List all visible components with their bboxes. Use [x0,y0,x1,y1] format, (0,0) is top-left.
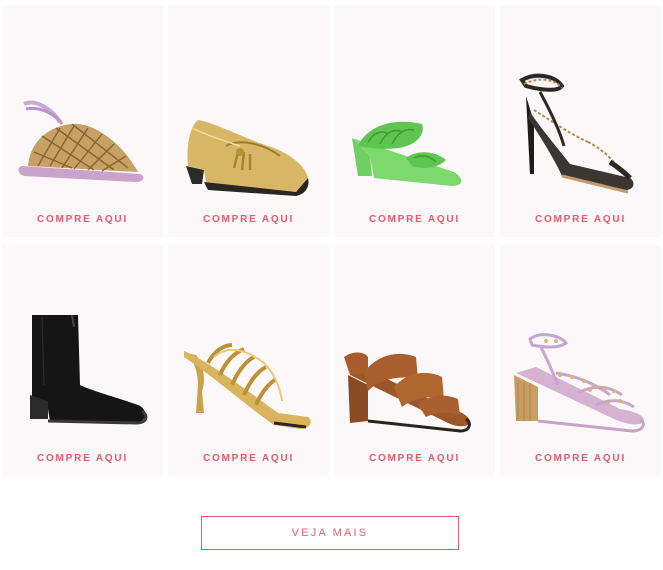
product-card-6[interactable]: COMPRE AQUI [168,245,329,476]
product-card-2[interactable]: COMPRE AQUI [168,6,329,237]
compre-aqui-link[interactable]: COMPRE AQUI [2,214,163,225]
woven-lace-up-flat-sandal-icon [18,100,144,182]
product-grid: COMPRE AQUI COMPRE AQUI COMPRE AQUI COMP… [0,0,663,480]
gold-caged-heel-mule-icon [184,343,311,429]
veja-mais-button[interactable]: VEJA MAIS [201,516,459,550]
compre-aqui-link[interactable]: COMPRE AQUI [2,453,163,464]
product-card-3[interactable]: COMPRE AQUI [334,6,495,237]
compre-aqui-link[interactable]: COMPRE AQUI [334,453,495,464]
product-card-4[interactable]: COMPRE AQUI [500,6,661,237]
product-card-8[interactable]: COMPRE AQUI [500,245,661,476]
black-suede-ankle-boot-icon [30,314,148,425]
studded-block-heel-sandal-icon [514,333,645,433]
product-card-7[interactable]: COMPRE AQUI [334,245,495,476]
compre-aqui-link[interactable]: COMPRE AQUI [500,453,661,464]
compre-aqui-link[interactable]: COMPRE AQUI [168,214,329,225]
brown-suede-block-heel-sandal-icon [344,352,471,433]
product-card-1[interactable]: COMPRE AQUI [2,6,163,237]
compre-aqui-link[interactable]: COMPRE AQUI [334,214,495,225]
gold-tassel-loafer-icon [186,120,309,196]
product-card-5[interactable]: COMPRE AQUI [2,245,163,476]
compre-aqui-link[interactable]: COMPRE AQUI [168,453,329,464]
compre-aqui-link[interactable]: COMPRE AQUI [500,214,661,225]
chain-strap-stiletto-sandal-icon [519,73,634,194]
green-braided-mule-icon [352,121,462,186]
